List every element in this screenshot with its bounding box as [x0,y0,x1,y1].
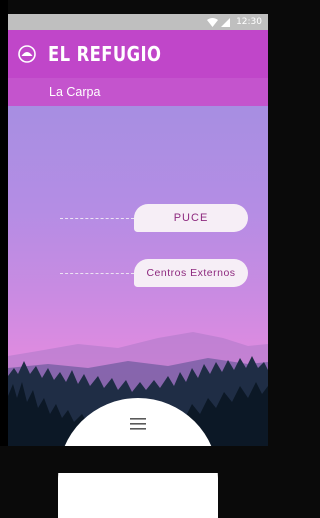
status-icons [207,17,231,27]
logo-icon [18,45,36,63]
status-bar: 12:30 [8,14,268,30]
app-bar: EL REFUGIO [8,30,268,78]
connector-line-externos [60,273,134,274]
subheader-label: La Carpa [49,85,101,99]
screen-edge [0,0,8,446]
menu-icon [130,418,146,430]
navigation-bar [0,446,268,473]
subheader: La Carpa [8,78,268,106]
wifi-icon [207,17,219,27]
option-puce-button[interactable]: PUCE [134,204,248,232]
app-title: EL REFUGIO [48,42,162,66]
signal-icon [221,17,231,27]
forest-background: PUCE Centros Externos [8,106,268,446]
option-centros-externos-button[interactable]: Centros Externos [134,259,248,287]
status-time: 12:30 [236,17,262,27]
connector-line-puce [60,218,134,219]
